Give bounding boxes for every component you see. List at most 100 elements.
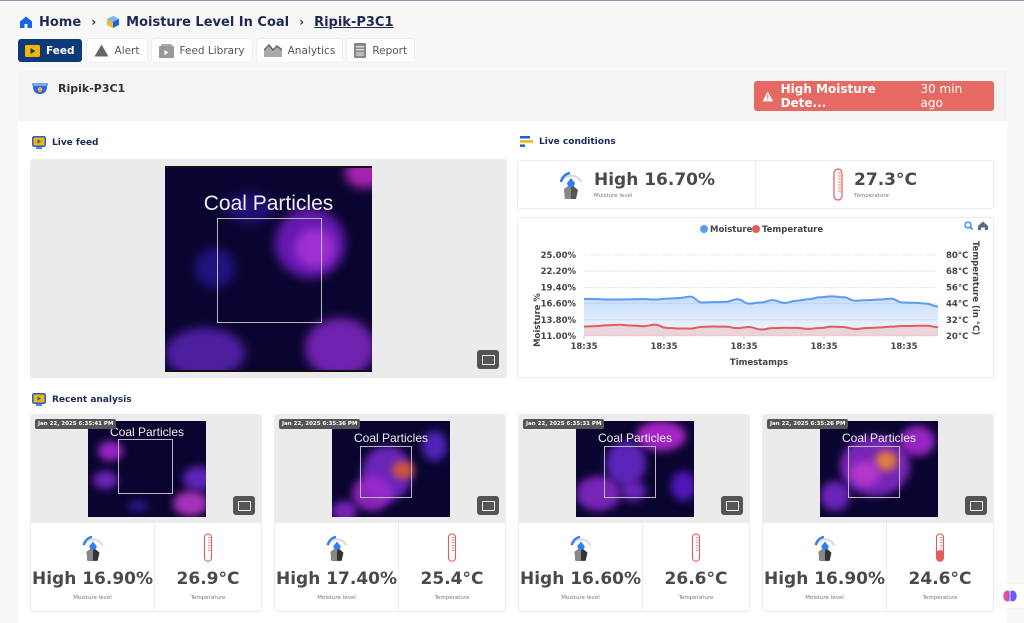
live-feed-image[interactable]: Coal Particles: [165, 166, 372, 372]
report-icon: [354, 43, 367, 58]
breadcrumb-home[interactable]: Home: [19, 15, 81, 30]
zoom-icon[interactable]: [964, 221, 974, 231]
roi-box: [118, 439, 173, 494]
moisture-label: Moisture level: [317, 595, 356, 601]
moisture-label: Moisture level: [561, 595, 600, 601]
tab-label: Analytics: [287, 44, 336, 57]
x-tick-label: 18:35: [890, 342, 917, 352]
camera-title: Ripik-P3C1: [32, 82, 125, 95]
tab-label: Report: [372, 44, 408, 57]
recent-analysis-card: Jan 22, 2025 6:35:31 PM Coal Particles H…: [518, 414, 750, 613]
moisture-label: Moisture level: [593, 193, 633, 199]
fullscreen-icon: [481, 354, 495, 365]
nav-tabs: Feed Alert Feed Library Analytics Report: [18, 39, 415, 62]
moisture-value: High 17.40%: [275, 569, 398, 589]
camera-header: Ripik-P3C1 High Moisture Dete... 30 min …: [18, 71, 1007, 121]
breadcrumb-label: Moisture Level In Coal: [126, 14, 290, 30]
roi-box: [360, 446, 412, 498]
analytics-icon: [263, 44, 282, 57]
moisture-label: Moisture level: [73, 595, 112, 601]
y2-tick-label: 32°C: [946, 316, 968, 326]
brain-icon: [1003, 590, 1017, 602]
tab-report[interactable]: Report: [347, 39, 415, 62]
analysis-image[interactable]: Coal Particles: [576, 421, 694, 517]
temperature-stat: 27.3°C Temperature: [755, 161, 993, 208]
temperature-stat: 24.6°C Temperature: [886, 523, 993, 613]
analysis-image[interactable]: Coal Particles: [88, 421, 206, 517]
roi-box: [604, 446, 656, 498]
y2-tick-label: 68°C: [946, 267, 968, 277]
chevron-right-icon: ›: [299, 15, 305, 29]
detection-label: Coal Particles: [353, 431, 429, 445]
moisture-gauge-icon: [82, 535, 103, 561]
analysis-image[interactable]: Coal Particles: [820, 421, 938, 517]
x-tick-label: 18:35: [570, 342, 597, 352]
fullscreen-icon: [725, 500, 739, 511]
detection-label: Coal Particles: [841, 431, 917, 445]
x-tick-label: 18:35: [650, 342, 677, 352]
analysis-image[interactable]: Coal Particles: [332, 421, 450, 517]
y-tick-label: 11.00%: [541, 332, 577, 342]
y-tick-label: 25.00%: [541, 251, 577, 261]
section-title-text: Recent analysis: [52, 394, 132, 405]
timestamp-badge: Jan 22, 2025 6:35:31 PM: [523, 419, 605, 429]
reset-home-icon[interactable]: [978, 221, 988, 231]
temperature-label: Temperature: [434, 595, 470, 601]
library-icon: [158, 43, 174, 58]
heat-blob: [671, 471, 694, 501]
moisture-stat: High 16.70% Moisture level: [518, 161, 755, 208]
recent-analysis-card: Jan 22, 2025 6:35:41 PM Coal Particles H…: [30, 414, 262, 613]
heat-blob: [128, 501, 148, 511]
legend-temperature[interactable]: Temperature: [762, 225, 823, 235]
temperature-value: 24.6°C: [908, 569, 972, 589]
y2-axis-label: Temperature (in °C): [970, 241, 980, 335]
tab-alert[interactable]: Alert: [86, 39, 147, 62]
expand-button[interactable]: [233, 496, 255, 515]
y-tick-label: 13.80%: [541, 316, 577, 326]
heat-blob: [173, 491, 206, 516]
chart-toolbar: [964, 221, 988, 231]
legend-moisture[interactable]: Moisture: [710, 225, 753, 235]
expand-button[interactable]: [477, 350, 499, 369]
moisture-stat: High 16.90% Moisture level: [31, 523, 154, 613]
breadcrumb-usecase[interactable]: Moisture Level In Coal: [106, 15, 289, 30]
tab-feed[interactable]: Feed: [18, 39, 82, 62]
heat-blob: [183, 466, 206, 491]
card-image-area: Jan 22, 2025 6:35:31 PM Coal Particles: [519, 415, 749, 523]
breadcrumb-camera[interactable]: Ripik-P3C1: [314, 15, 393, 30]
tab-feed-library[interactable]: Feed Library: [151, 39, 252, 62]
assistant-button[interactable]: [996, 584, 1024, 608]
conditions-icon: [520, 136, 533, 147]
camera-panel: Ripik-P3C1 High Moisture Dete... 30 min …: [18, 71, 1007, 623]
live-conditions-title: Live conditions: [520, 136, 616, 147]
fullscreen-icon: [481, 500, 495, 511]
moisture-gauge-icon: [559, 171, 583, 199]
card-stats: High 16.60% Moisture level 26.6°C Temper…: [519, 523, 749, 613]
y-tick-label: 16.60%: [541, 300, 577, 310]
expand-button[interactable]: [477, 496, 499, 515]
alert-text: High Moisture Dete...: [780, 82, 876, 110]
breadcrumb: Home › Moisture Level In Coal › Ripik-P3…: [19, 12, 394, 32]
moisture-stat: High 16.90% Moisture level: [763, 523, 886, 613]
legend-temperature-marker: [752, 225, 760, 233]
moisture-value: High 16.60%: [519, 569, 642, 589]
live-feed-title: Live feed: [32, 136, 99, 149]
temperature-value: 26.9°C: [176, 569, 240, 589]
expand-button[interactable]: [721, 496, 743, 515]
y-axis-label: Moisture %: [533, 293, 543, 347]
card-stats: High 16.90% Moisture level 24.6°C Temper…: [763, 523, 993, 613]
temperature-stat: 25.4°C Temperature: [398, 523, 505, 613]
tab-label: Feed: [46, 44, 75, 57]
expand-button[interactable]: [965, 496, 987, 515]
tab-analytics[interactable]: Analytics: [256, 39, 343, 62]
tab-label: Alert: [114, 44, 140, 57]
live-feed-viewer: Coal Particles: [30, 159, 507, 378]
camera-name: Ripik-P3C1: [58, 82, 126, 95]
recent-analysis-card: Jan 22, 2025 6:35:36 PM Coal Particles H…: [274, 414, 506, 613]
thermometer-icon: [447, 533, 457, 562]
temperature-label: Temperature: [678, 595, 714, 601]
monitor-play-icon: [32, 136, 46, 149]
x-axis-label: Timestamps: [730, 358, 788, 368]
thermometer-icon: [833, 167, 843, 201]
alert-badge[interactable]: High Moisture Dete... 30 min ago: [754, 81, 994, 111]
